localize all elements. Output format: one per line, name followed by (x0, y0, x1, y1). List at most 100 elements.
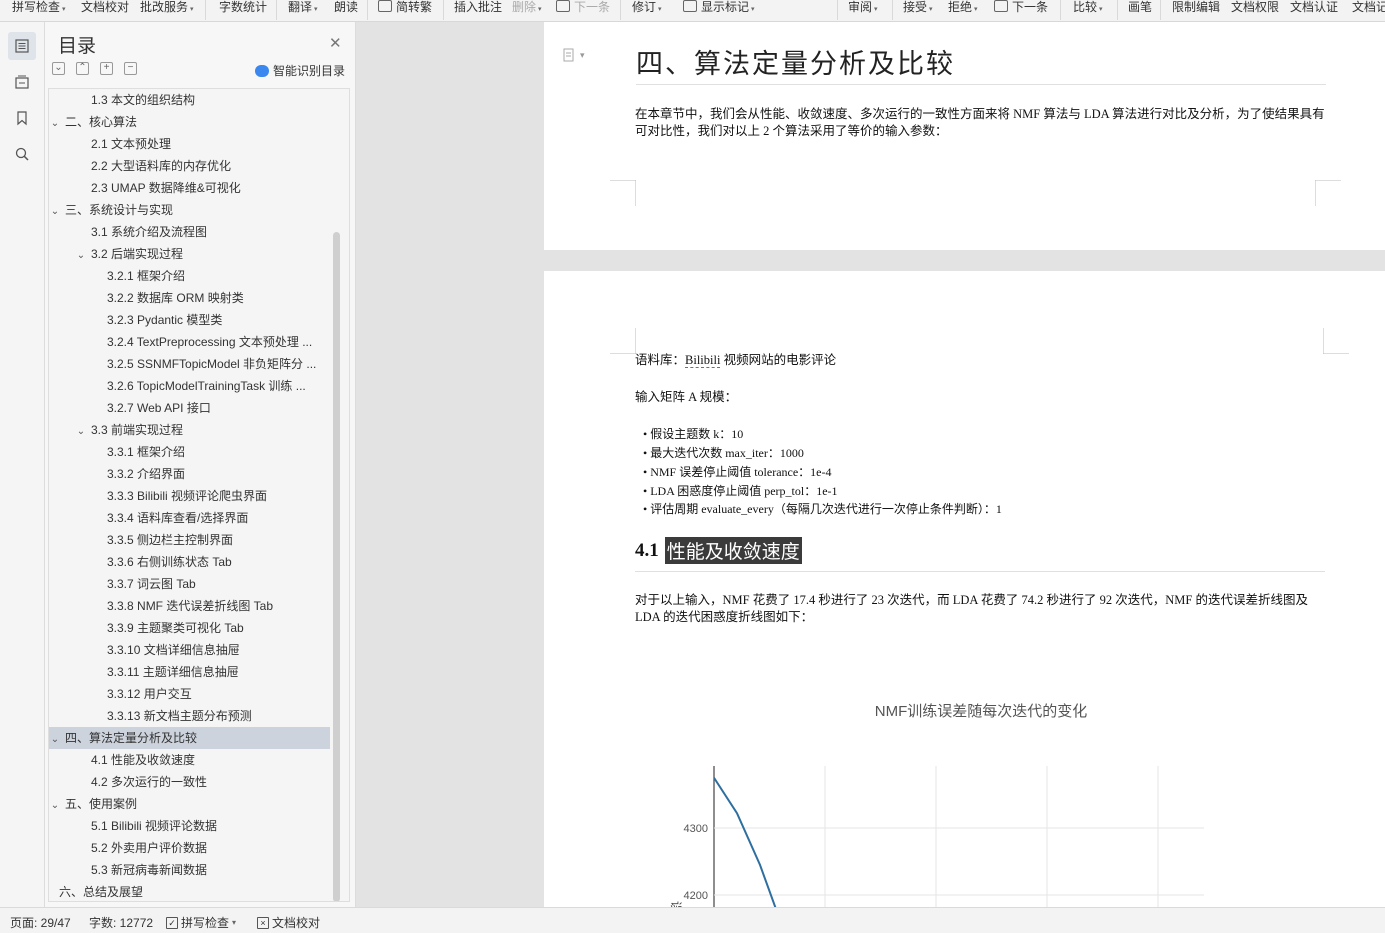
toc-item[interactable]: 3.1 系统介绍及流程图 (49, 221, 330, 243)
toc-item[interactable]: 3.3.12 用户交互 (49, 683, 330, 705)
navigation-icon[interactable] (8, 68, 36, 96)
toc-item[interactable]: 3.2.6 TopicModelTrainingTask 训练 ... (49, 375, 330, 397)
toolbar-button[interactable]: 比较 ▾ (1073, 0, 1103, 18)
toc-item-label: 5.3 新冠病毒新闻数据 (91, 863, 208, 877)
toc-item-label: 3.2.3 Pydantic 模型类 (107, 313, 223, 327)
toc-item[interactable]: 3.3.10 文档详细信息抽屉 (49, 639, 330, 661)
toc-item[interactable]: 2.1 文本预处理 (49, 133, 330, 155)
search-icon[interactable] (8, 140, 36, 168)
doc-menu-icon[interactable]: ▾ (562, 48, 585, 62)
toolbar-button[interactable]: 删除 ▾ (512, 0, 542, 18)
add-heading-icon[interactable]: + (100, 62, 113, 75)
toolbar-button[interactable]: 朗读 (334, 0, 358, 18)
toc-item[interactable]: ⌄ 四、算法定量分析及比较 (49, 727, 330, 749)
chevron-down-icon[interactable]: ⌄ (49, 795, 61, 815)
toc-item[interactable]: 3.3.7 词云图 Tab (49, 573, 330, 595)
toc-item-label: 4.1 性能及收敛速度 (91, 753, 196, 767)
toolbar-button[interactable]: 下一条 (994, 0, 1048, 18)
toc-item[interactable]: 4.2 多次运行的一致性 (49, 771, 330, 793)
toolbar-button[interactable]: 拼写检查 ▾ (12, 0, 66, 18)
spell-check-status[interactable]: ✓ 拼写检查 ▾ (166, 914, 236, 931)
toolbar-button-label: 拼写检查 (12, 0, 61, 14)
ai-icon (255, 64, 269, 77)
toc-item[interactable]: 1.3 本文的组织结构 (49, 89, 330, 111)
toc-item[interactable]: 3.3.8 NMF 迭代误差折线图 Tab (49, 595, 330, 617)
toc-item[interactable]: ⌄ 三、系统设计与实现 (49, 199, 330, 221)
toc-item[interactable]: 3.2.3 Pydantic 模型类 (49, 309, 330, 331)
toc-item[interactable]: ⌄ 二、核心算法 (49, 111, 330, 133)
toc-icon[interactable] (8, 32, 36, 60)
toc-item[interactable]: 3.3.3 Bilibili 视频评论爬虫界面 (49, 485, 330, 507)
smart-toc-label: 智能识别目录 (273, 64, 346, 78)
toolbar-button[interactable]: 文档记 (1352, 0, 1385, 18)
toolbar-button[interactable]: 拒绝 ▾ (948, 0, 978, 18)
toolbar-button[interactable]: 下一条 (556, 0, 610, 18)
toolbar-button-label: 批改服务 (140, 0, 189, 14)
toolbar-button[interactable]: 审阅 ▾ (848, 0, 878, 18)
toc-item[interactable]: 3.2.5 SSNMFTopicModel 非负矩阵分 ... (49, 353, 330, 375)
close-icon[interactable]: ✕ (329, 34, 342, 52)
toc-item[interactable]: 2.3 UMAP 数据降维&可视化 (49, 177, 330, 199)
toolbar-button[interactable]: 修订 ▾ (632, 0, 662, 18)
word-count[interactable]: 字数: 12772 (89, 914, 153, 931)
toc-item[interactable]: 3.2.2 数据库 ORM 映射类 (49, 287, 330, 309)
toc-item-label: 2.1 文本预处理 (91, 137, 172, 151)
remove-heading-icon[interactable]: − (124, 62, 137, 75)
toolbar-button[interactable]: 简转繁 (378, 0, 432, 18)
chevron-down-icon[interactable]: ⌄ (75, 245, 87, 265)
bookmark-icon[interactable] (8, 104, 36, 132)
toolbar-button[interactable]: 文档校对 (81, 0, 129, 18)
toolbar-button[interactable]: 文档认证 (1290, 0, 1338, 18)
toc-item[interactable]: ⌄ 3.3 前端实现过程 (49, 419, 330, 441)
toc-item-label: 3.3.10 文档详细信息抽屉 (107, 643, 240, 657)
collapse-all-icon[interactable]: ⌄ (52, 62, 65, 75)
toc-item[interactable]: 3.3.6 右侧训练状态 Tab (49, 551, 330, 573)
chevron-down-icon[interactable]: ⌄ (49, 201, 61, 221)
toolbar-button[interactable]: 文档权限 (1231, 0, 1279, 18)
corpus-rest: 视频网站的电影评论 (720, 353, 837, 367)
toc-item[interactable]: ⌄ 3.2 后端实现过程 (49, 243, 330, 265)
toc-scrollbar[interactable] (333, 232, 340, 901)
toolbar-button[interactable]: 限制编辑 (1172, 0, 1220, 18)
toc-item[interactable]: 3.2.4 TextPreprocessing 文本预处理 ... (49, 331, 330, 353)
toolbar-button[interactable]: 字数统计 (219, 0, 267, 18)
chevron-down-icon[interactable]: ⌄ (49, 113, 61, 133)
toolbar-button[interactable]: 显示标记 ▾ (683, 0, 755, 18)
toolbar-button[interactable]: 插入批注 (454, 0, 502, 18)
toc-item[interactable]: 3.3.1 框架介绍 (49, 441, 330, 463)
chevron-down-icon[interactable]: ⌄ (49, 729, 61, 749)
toc-item[interactable]: 3.3.9 主题聚类可视化 Tab (49, 617, 330, 639)
toc-item[interactable]: 4.1 性能及收敛速度 (49, 749, 330, 771)
toc-item[interactable]: 5.1 Bilibili 视频评论数据 (49, 815, 330, 837)
param-bullet: • 最大迭代次数 max_iter：1000 (643, 446, 804, 460)
toc-item-label: 3.3.11 主题详细信息抽屉 (107, 665, 239, 679)
toolbar-button[interactable]: 翻译 ▾ (288, 0, 318, 18)
chart-title: NMF训练误差随每次迭代的变化 (875, 703, 1088, 720)
toc-item[interactable]: 3.3.11 主题详细信息抽屉 (49, 661, 330, 683)
toc-item[interactable]: 2.2 大型语料库的内存优化 (49, 155, 330, 177)
toolbar-button[interactable]: 接受 ▾ (903, 0, 933, 18)
toolbar-button[interactable]: 批改服务 ▾ (140, 0, 194, 18)
chevron-down-icon: ▾ (62, 6, 66, 13)
toc-item[interactable]: 5.3 新冠病毒新闻数据 (49, 859, 330, 881)
chevron-down-icon[interactable]: ⌄ (75, 421, 87, 441)
proofread-status[interactable]: × 文档校对 (257, 914, 320, 931)
toc-item[interactable]: 3.3.4 语料库查看/选择界面 (49, 507, 330, 529)
toc-item[interactable]: 3.2.1 框架介绍 (49, 265, 330, 287)
param-bullet: • 评估周期 evaluate_every（每隔几次迭代进行一次停止条件判断）：… (643, 502, 1002, 516)
toc-item[interactable]: 3.2.7 Web API 接口 (49, 397, 330, 419)
page-indicator[interactable]: 页面: 29/47 (10, 914, 71, 931)
heading-rule (636, 84, 1326, 85)
toolbar-separator (205, 0, 206, 20)
toolbar-button[interactable]: 画笔 (1128, 0, 1152, 18)
toc-item[interactable]: 六、总结及展望 (49, 881, 330, 901)
toc-item[interactable]: 5.2 外卖用户评价数据 (49, 837, 330, 859)
page-lower: 语料库：Bilibili 视频网站的电影评论 输入矩阵 A 规模： • 假设主题… (544, 271, 1385, 907)
expand-all-icon[interactable]: ⌃ (76, 62, 89, 75)
toc-item[interactable]: 3.3.5 侧边栏主控制界面 (49, 529, 330, 551)
smart-toc-button[interactable]: 智能识别目录 (255, 62, 345, 79)
toc-item[interactable]: 3.3.13 新文档主题分布预测 (49, 705, 330, 727)
toc-item[interactable]: ⌄ 五、使用案例 (49, 793, 330, 815)
toc-item[interactable]: 3.3.2 介绍界面 (49, 463, 330, 485)
toc-item-label: 二、核心算法 (65, 115, 138, 129)
